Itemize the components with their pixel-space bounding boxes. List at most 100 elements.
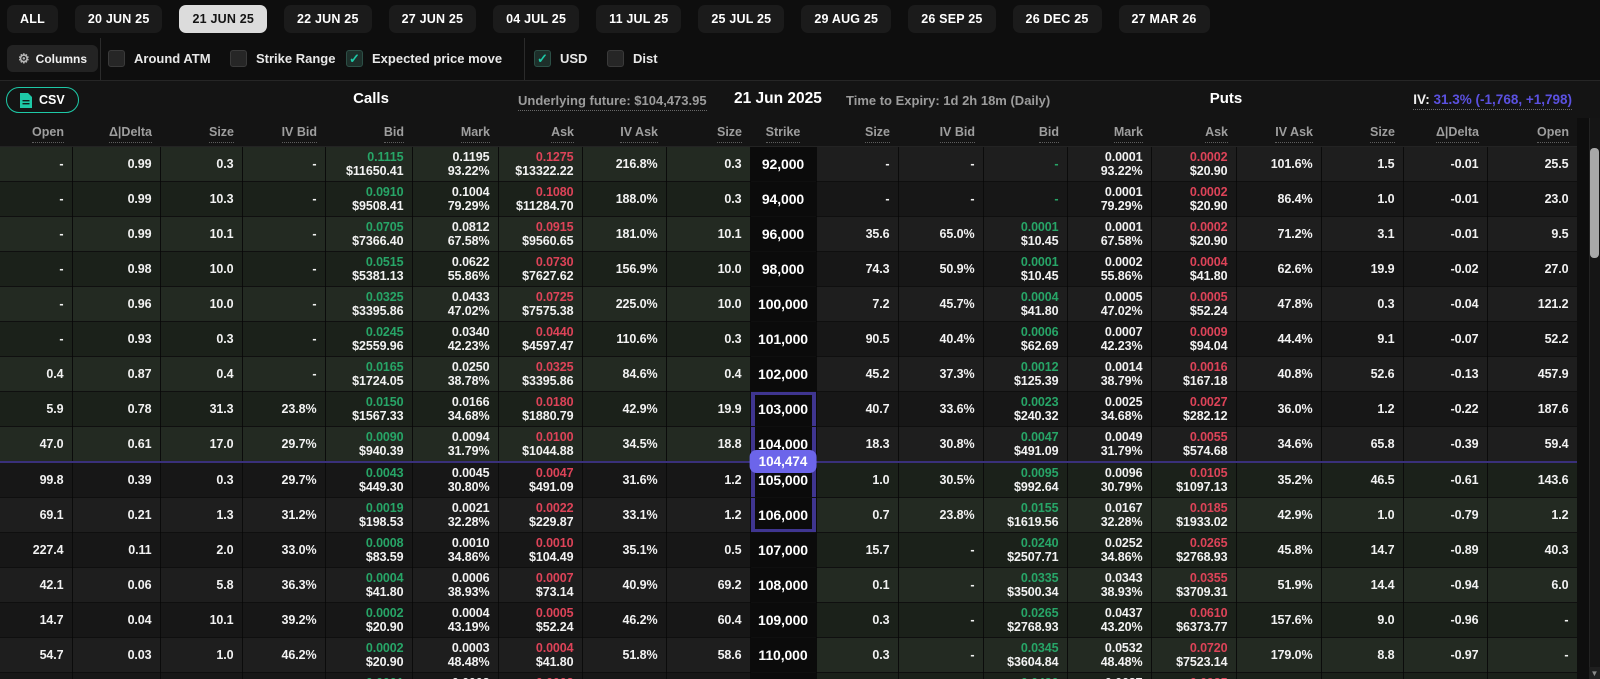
column-header-call-ask[interactable]: Ask <box>498 118 582 146</box>
call-bid-cell[interactable]: 0.0043$449.30 <box>325 462 412 498</box>
call-mark-cell[interactable]: 0.062255.86% <box>412 251 498 286</box>
put-bid-cell[interactable]: - <box>983 181 1067 216</box>
call-mark-cell[interactable]: 0.004530.80% <box>412 462 498 498</box>
put-ask-cell[interactable]: 0.0105$1097.13 <box>1151 462 1236 498</box>
put-bid-cell[interactable]: 0.0001$10.45 <box>983 251 1067 286</box>
checkbox-strike-range[interactable]: Strike Range <box>230 50 335 67</box>
column-header-strike[interactable]: Strike <box>750 118 816 146</box>
expiry-tab-22-jun-25[interactable]: 22 JUN 25 <box>284 5 372 33</box>
call-mark-cell[interactable]: 0.016634.68% <box>412 391 498 426</box>
call-mark-cell[interactable]: 0.000348.48% <box>412 637 498 672</box>
call-ask-cell[interactable]: 0.0010$104.49 <box>498 532 582 567</box>
call-mark-cell[interactable]: 0.000443.19% <box>412 602 498 637</box>
put-ask-cell[interactable]: 0.0004$41.80 <box>1151 251 1236 286</box>
call-ask-cell[interactable]: 0.1275$13322.22 <box>498 146 582 181</box>
call-mark-cell[interactable]: 0.009431.79% <box>412 426 498 462</box>
expiry-tab-27-mar-26[interactable]: 27 MAR 26 <box>1119 5 1210 33</box>
put-ask-cell[interactable]: 0.0185$1933.02 <box>1151 497 1236 532</box>
iv-summary-label[interactable]: IV: 31.3% (-1,768, +1,798) <box>1413 92 1572 110</box>
vertical-scrollbar-thumb[interactable] <box>1590 148 1599 258</box>
call-mark-cell[interactable]: 0.025038.78% <box>412 356 498 391</box>
expiry-tab-20-jun-25[interactable]: 20 JUN 25 <box>75 5 163 33</box>
put-bid-cell[interactable]: 0.0001$10.45 <box>983 216 1067 251</box>
put-ask-cell[interactable]: 0.0016$167.18 <box>1151 356 1236 391</box>
call-bid-cell[interactable]: 0.0165$1724.05 <box>325 356 412 391</box>
expiry-tab-27-jun-25[interactable]: 27 JUN 25 <box>389 5 477 33</box>
put-mark-cell[interactable]: 0.025234.86% <box>1067 532 1151 567</box>
vertical-scrollbar-track[interactable]: ▼ <box>1589 118 1600 679</box>
call-mark-cell[interactable]: 0.000252.42% <box>412 672 498 679</box>
call-ask-cell[interactable]: 0.1080$11284.70 <box>498 181 582 216</box>
expiry-tab-25-jul-25[interactable]: 25 JUL 25 <box>698 5 784 33</box>
put-mark-cell[interactable]: 0.000193.22% <box>1067 146 1151 181</box>
column-header-put-size[interactable]: Size <box>816 118 898 146</box>
csv-export-button[interactable]: CSV <box>6 87 79 113</box>
column-header-put-bid[interactable]: Bid <box>983 118 1067 146</box>
put-ask-cell[interactable]: 0.0055$574.68 <box>1151 426 1236 462</box>
call-mark-cell[interactable]: 0.002132.28% <box>412 497 498 532</box>
underlying-future-label[interactable]: Underlying future: $104,473.95 <box>518 93 707 111</box>
put-mark-cell[interactable]: 0.000167.58% <box>1067 216 1151 251</box>
put-bid-cell[interactable]: 0.0155$1619.56 <box>983 497 1067 532</box>
column-header-call-open[interactable]: Open <box>0 118 72 146</box>
put-ask-cell[interactable]: 0.0935$9768.31 <box>1151 672 1236 679</box>
put-ask-cell[interactable]: 0.0027$282.12 <box>1151 391 1236 426</box>
column-header-put-ask[interactable]: Ask <box>1151 118 1236 146</box>
call-ask-cell[interactable]: 0.0100$1044.88 <box>498 426 582 462</box>
put-bid-cell[interactable]: 0.0335$3500.34 <box>983 567 1067 602</box>
call-mark-cell[interactable]: 0.100479.29% <box>412 181 498 216</box>
column-header-call-size[interactable]: Size <box>666 118 750 146</box>
put-ask-cell[interactable]: 0.0009$94.04 <box>1151 321 1236 356</box>
column-header-put-mark[interactable]: Mark <box>1067 118 1151 146</box>
put-mark-cell[interactable]: 0.000255.86% <box>1067 251 1151 286</box>
call-mark-cell[interactable]: 0.034042.23% <box>412 321 498 356</box>
put-mark-cell[interactable]: 0.034338.93% <box>1067 567 1151 602</box>
put-mark-cell[interactable]: 0.002534.68% <box>1067 391 1151 426</box>
call-mark-cell[interactable]: 0.119593.22% <box>412 146 498 181</box>
put-bid-cell[interactable]: 0.0012$125.39 <box>983 356 1067 391</box>
put-mark-cell[interactable]: 0.053248.48% <box>1067 637 1151 672</box>
call-bid-cell[interactable]: 0.0002$20.90 <box>325 602 412 637</box>
column-header-put-open[interactable]: Open <box>1487 118 1577 146</box>
put-bid-cell[interactable]: - <box>983 146 1067 181</box>
call-mark-cell[interactable]: 0.081267.58% <box>412 216 498 251</box>
call-ask-cell[interactable]: 0.0004$41.80 <box>498 637 582 672</box>
expiry-tab-all[interactable]: ALL <box>7 5 58 33</box>
call-bid-cell[interactable]: 0.0008$83.59 <box>325 532 412 567</box>
put-bid-cell[interactable]: 0.0240$2507.71 <box>983 532 1067 567</box>
put-ask-cell[interactable]: 0.0002$20.90 <box>1151 216 1236 251</box>
put-bid-cell[interactable]: 0.0345$3604.84 <box>983 637 1067 672</box>
expiry-tab-26-dec-25[interactable]: 26 DEC 25 <box>1013 5 1102 33</box>
put-bid-cell[interactable]: 0.0047$491.09 <box>983 426 1067 462</box>
column-header-put-size[interactable]: Size <box>1321 118 1403 146</box>
call-ask-cell[interactable]: 0.0005$52.24 <box>498 602 582 637</box>
column-header-call-iv-bid[interactable]: IV Bid <box>242 118 325 146</box>
checkbox-expected-price-move[interactable]: ✓Expected price move <box>346 50 502 67</box>
call-bid-cell[interactable]: 0.0002$20.90 <box>325 637 412 672</box>
expiry-tab-29-aug-25[interactable]: 29 AUG 25 <box>801 5 891 33</box>
scrollbar-down-arrow-icon[interactable]: ▼ <box>1589 667 1600 679</box>
put-mark-cell[interactable]: 0.000742.23% <box>1067 321 1151 356</box>
call-bid-cell[interactable]: 0.0910$9508.41 <box>325 181 412 216</box>
expiry-tab-04-jul-25[interactable]: 04 JUL 25 <box>493 5 579 33</box>
call-bid-cell[interactable]: 0.0001$10.45 <box>325 672 412 679</box>
column-header-put--delta[interactable]: Δ|Delta <box>1403 118 1487 146</box>
column-header-call-mark[interactable]: Mark <box>412 118 498 146</box>
put-ask-cell[interactable]: 0.0720$7523.14 <box>1151 637 1236 672</box>
columns-button[interactable]: ⚙ Columns <box>7 45 98 72</box>
call-ask-cell[interactable]: 0.0440$4597.47 <box>498 321 582 356</box>
put-mark-cell[interactable]: 0.000179.29% <box>1067 181 1151 216</box>
call-ask-cell[interactable]: 0.0915$9560.65 <box>498 216 582 251</box>
call-ask-cell[interactable]: 0.0022$229.87 <box>498 497 582 532</box>
put-ask-cell[interactable]: 0.0002$20.90 <box>1151 146 1236 181</box>
column-header-call-size[interactable]: Size <box>160 118 242 146</box>
checkbox-around-atm[interactable]: Around ATM <box>108 50 211 67</box>
put-mark-cell[interactable]: 0.062752.42% <box>1067 672 1151 679</box>
put-mark-cell[interactable]: 0.000547.02% <box>1067 286 1151 321</box>
call-ask-cell[interactable]: 0.0730$7627.62 <box>498 251 582 286</box>
column-header-call-iv-ask[interactable]: IV Ask <box>582 118 666 146</box>
put-mark-cell[interactable]: 0.009630.79% <box>1067 462 1151 498</box>
checkbox-dist[interactable]: Dist <box>607 50 658 67</box>
column-header-call--delta[interactable]: Δ|Delta <box>72 118 160 146</box>
put-mark-cell[interactable]: 0.043743.20% <box>1067 602 1151 637</box>
